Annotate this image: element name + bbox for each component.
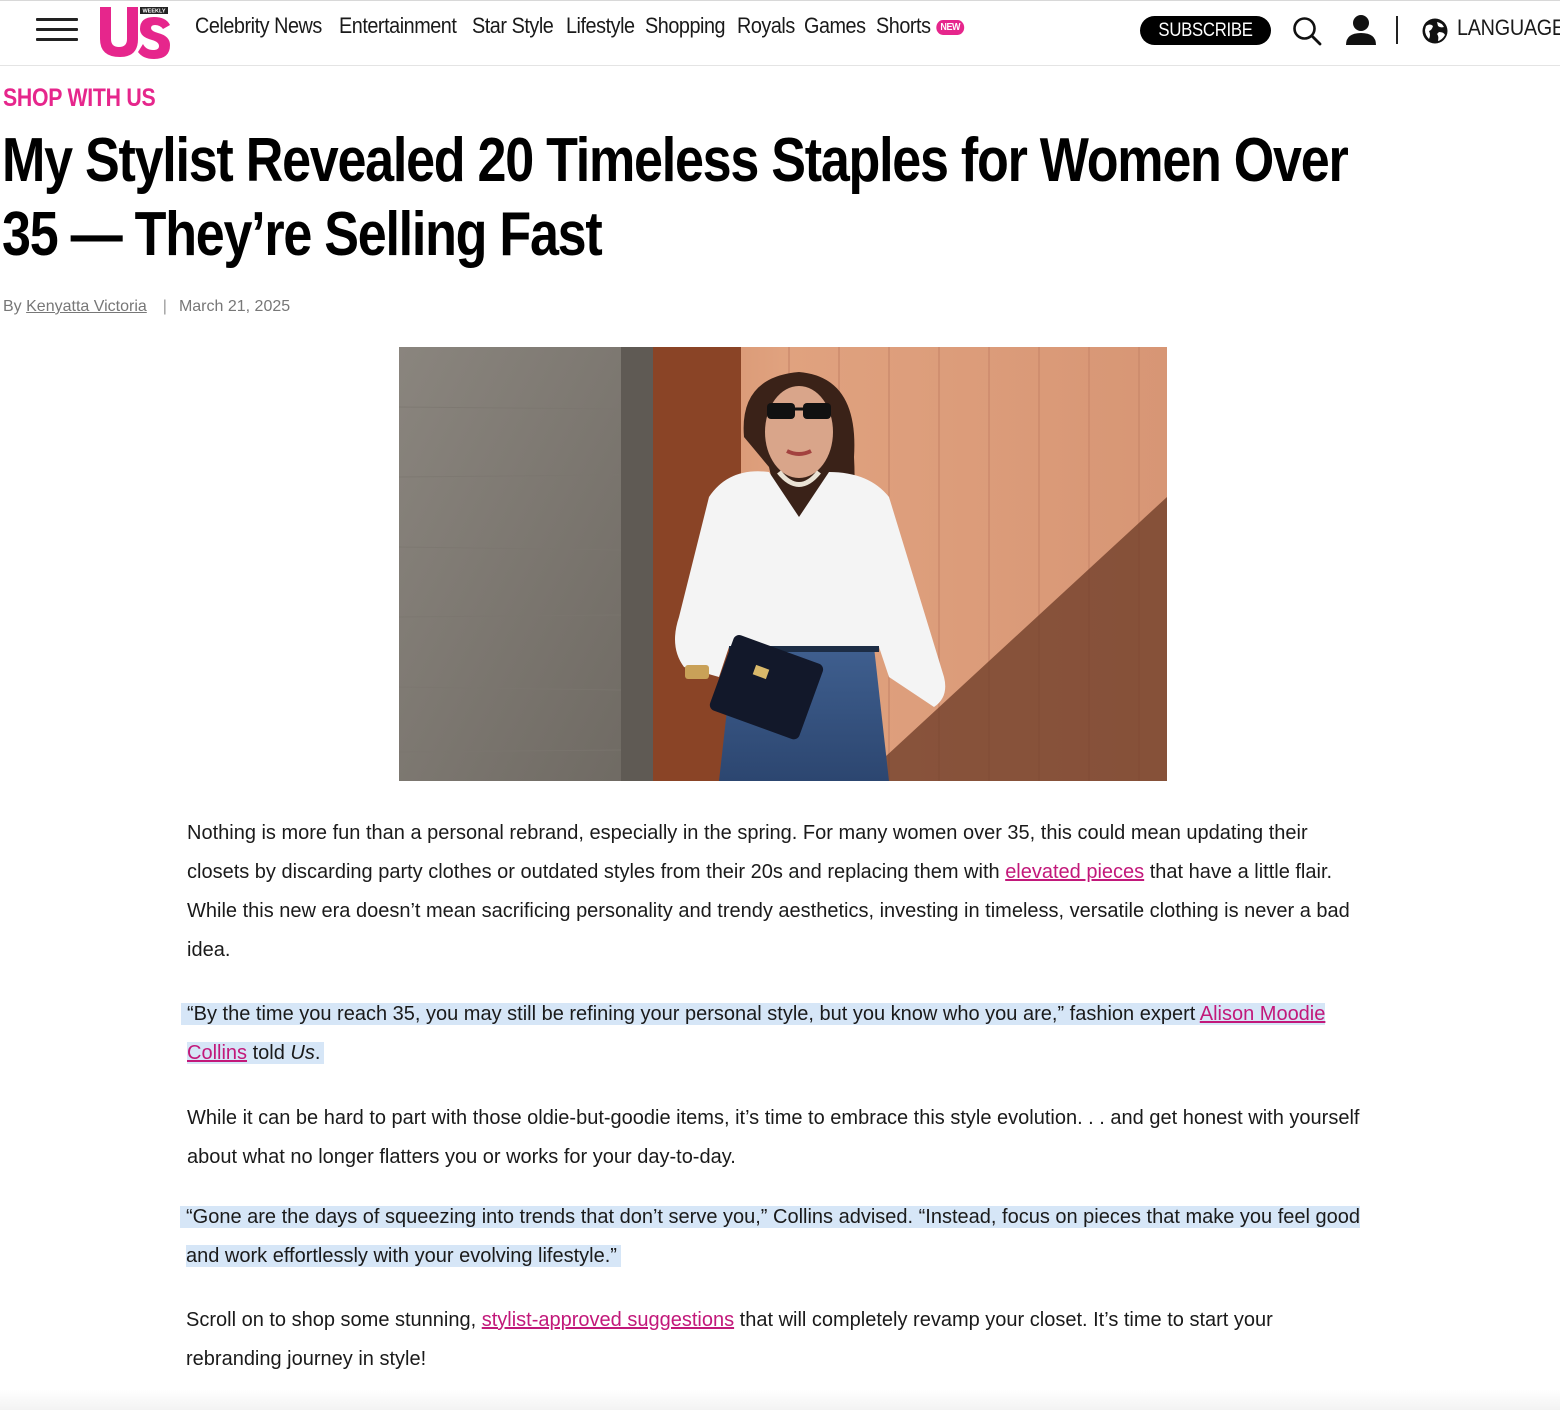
subscribe-label: SUBSCRIBE [1158, 20, 1253, 41]
logo-weekly-text: WEEKLY [142, 9, 165, 15]
author-link[interactable]: Kenyatta Victoria [26, 298, 147, 315]
p5-text-a: Scroll on to shop some stunning, [186, 1309, 482, 1331]
stylist-approved-suggestions-link[interactable]: stylist-approved suggestions [482, 1309, 734, 1331]
us-weekly-logo[interactable]: WEEKLY [96, 3, 172, 61]
nav-royals[interactable]: Royals [737, 13, 795, 39]
p3-text: While it can be hard to part with those … [187, 1107, 1360, 1168]
user-icon[interactable] [1344, 14, 1378, 46]
p2-highlight: “By the time you reach 35, you may still… [187, 1003, 1326, 1064]
publish-date: March 21, 2025 [178, 298, 291, 315]
nav-entertainment[interactable]: Entertainment [339, 13, 457, 39]
main-nav: Celebrity News Entertainment Star Style … [195, 13, 965, 39]
paragraph-3: While it can be hard to part with those … [187, 1099, 1372, 1177]
paragraph-2-quote: “By the time you reach 35, you may still… [187, 995, 1372, 1073]
nav-divider [1396, 16, 1398, 44]
nav-shopping[interactable]: Shopping [645, 13, 726, 39]
bottom-fade [0, 1390, 1560, 1410]
language-selector[interactable]: LANGUAGE [1457, 15, 1560, 41]
search-icon[interactable] [1292, 16, 1322, 46]
subscribe-button[interactable]: SUBSCRIBE [1140, 16, 1271, 45]
nav-games[interactable]: Games [804, 13, 866, 39]
p4-highlight: “Gone are the days of squeezing into tre… [186, 1206, 1361, 1267]
nav-star-style[interactable]: Star Style [472, 13, 554, 39]
paragraph-5: Scroll on to shop some stunning, stylist… [186, 1301, 1371, 1379]
elevated-pieces-link[interactable]: elevated pieces [1005, 861, 1144, 883]
byline-separator: | [162, 298, 167, 315]
paragraph-4-quote: “Gone are the days of squeezing into tre… [186, 1198, 1371, 1276]
nav-celebrity-news[interactable]: Celebrity News [195, 13, 322, 39]
article-title: My Stylist Revealed 20 Timeless Staples … [2, 126, 1349, 269]
byline: By Kenyatta Victoria | March 21, 2025 [3, 298, 290, 316]
nav-lifestyle[interactable]: Lifestyle [566, 13, 635, 39]
paragraph-1: Nothing is more fun than a personal rebr… [187, 814, 1372, 970]
new-badge: NEW [935, 20, 965, 35]
p2-text-b: told [247, 1042, 291, 1064]
byline-prefix: By [3, 298, 22, 315]
nav-shorts[interactable]: Shorts NEW [876, 13, 965, 39]
nav-shorts-label: Shorts [875, 13, 931, 38]
globe-icon[interactable] [1421, 17, 1449, 45]
menu-icon[interactable] [36, 18, 78, 42]
hero-image [399, 347, 1167, 781]
p2-text-c: . [314, 1042, 321, 1064]
top-navigation: WEEKLY Celebrity News Entertainment Star… [0, 0, 1560, 66]
p2-text-a: “By the time you reach 35, you may still… [187, 1003, 1200, 1025]
section-kicker[interactable]: SHOP WITH US [3, 84, 156, 113]
p2-publication-italic: Us [290, 1042, 315, 1064]
